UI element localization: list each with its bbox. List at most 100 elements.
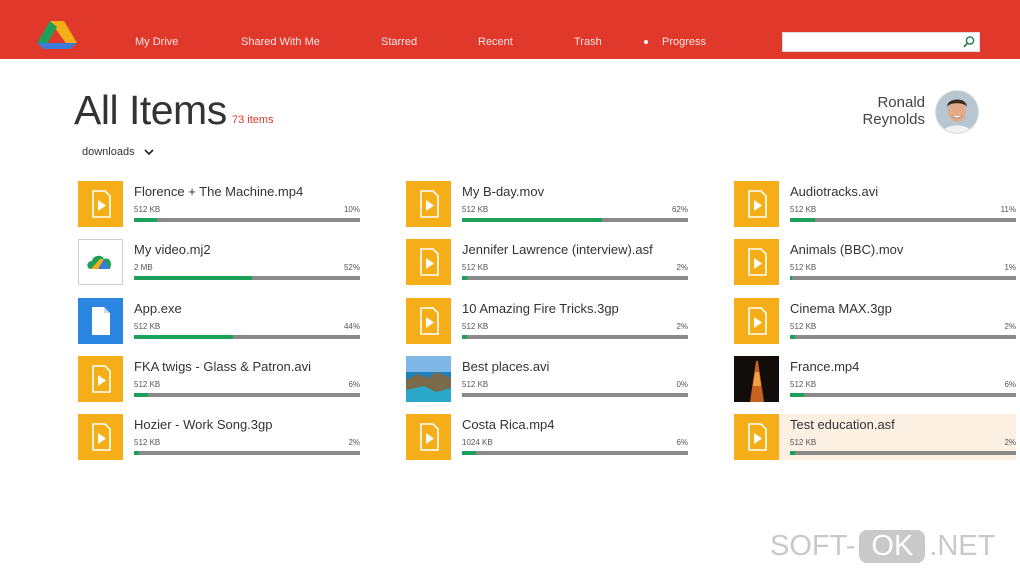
file-item[interactable]: Cinema MAX.3gp 512 KB 2% xyxy=(734,298,1016,344)
file-size: 512 KB xyxy=(790,205,817,214)
video-file-icon xyxy=(78,181,123,227)
progress-bar xyxy=(462,393,688,397)
progress-percent: 0% xyxy=(676,380,688,389)
progress-bar xyxy=(790,218,1016,222)
progress-bar xyxy=(134,393,360,397)
file-item[interactable]: My B-day.mov 512 KB 62% xyxy=(406,181,688,227)
progress-bar-fill xyxy=(790,335,795,339)
progress-percent: 62% xyxy=(671,205,688,214)
video-file-icon xyxy=(78,356,123,402)
progress-bar-fill xyxy=(790,393,804,397)
nav-shared-with-me[interactable]: Shared With Me xyxy=(241,36,320,48)
file-name: 10 Amazing Fire Tricks.3gp xyxy=(462,301,619,316)
file-item[interactable]: Florence + The Machine.mp4 512 KB 10% xyxy=(78,181,360,227)
video-file-icon xyxy=(734,298,779,344)
progress-bar-fill xyxy=(134,218,157,222)
file-item[interactable]: Test education.asf 512 KB 2% xyxy=(734,414,1016,460)
avatar[interactable] xyxy=(935,90,979,134)
nav-trash[interactable]: Trash xyxy=(574,36,602,48)
file-size: 512 KB xyxy=(134,322,161,331)
progress-bar-fill xyxy=(134,393,148,397)
file-size: 512 KB xyxy=(790,438,817,447)
progress-bar xyxy=(462,276,688,280)
file-name: France.mp4 xyxy=(790,359,860,374)
progress-bar-fill xyxy=(790,276,793,280)
file-item[interactable]: Audiotracks.avi 512 KB 11% xyxy=(734,181,1016,227)
nav-recent[interactable]: Recent xyxy=(478,36,513,48)
progress-bar xyxy=(790,451,1016,455)
progress-bar xyxy=(790,335,1016,339)
nav-my-drive[interactable]: My Drive xyxy=(135,36,178,48)
watermark-left: SOFT- xyxy=(770,530,856,562)
coast-photo-thumbnail xyxy=(406,356,451,402)
search-box[interactable] xyxy=(782,32,980,52)
progress-bar-fill xyxy=(134,335,234,339)
file-name: Florence + The Machine.mp4 xyxy=(134,184,304,199)
file-size: 512 KB xyxy=(462,205,489,214)
progress-percent: 2% xyxy=(348,438,360,447)
file-name: My B-day.mov xyxy=(462,184,545,199)
file-item[interactable]: Jennifer Lawrence (interview).asf 512 KB 2… xyxy=(406,239,688,285)
progress-bar xyxy=(134,335,360,339)
video-file-icon xyxy=(734,414,779,460)
video-file-icon xyxy=(78,414,123,460)
progress-bar xyxy=(134,218,360,222)
file-item[interactable]: App.exe 512 KB 44% xyxy=(78,298,360,344)
eiffel-tower-photo-thumbnail xyxy=(734,356,779,402)
file-item[interactable]: Hozier - Work Song.3gp 512 KB 2% xyxy=(78,414,360,460)
file-thumbnail xyxy=(78,356,123,402)
file-size: 512 KB xyxy=(134,438,161,447)
file-thumbnail xyxy=(78,298,123,344)
file-name: Jennifer Lawrence (interview).asf xyxy=(462,242,653,257)
file-item[interactable]: Costa Rica.mp4 1024 KB 6% xyxy=(406,414,688,460)
file-item[interactable]: My video.mj2 2 MB 52% xyxy=(78,239,360,285)
progress-percent: 44% xyxy=(343,322,360,331)
progress-bar xyxy=(134,276,360,280)
progress-percent: 2% xyxy=(1004,322,1016,331)
progress-percent: 6% xyxy=(1004,380,1016,389)
file-size: 512 KB xyxy=(462,380,489,389)
user-name[interactable]: Ronald Reynolds xyxy=(862,94,925,128)
file-thumbnail xyxy=(406,356,451,402)
video-file-icon xyxy=(734,239,779,285)
video-file-icon xyxy=(406,298,451,344)
file-size: 512 KB xyxy=(790,263,817,272)
file-name: Costa Rica.mp4 xyxy=(462,417,555,432)
progress-bar-fill xyxy=(790,451,795,455)
nav-progress[interactable]: Progress xyxy=(662,36,706,48)
file-name: App.exe xyxy=(134,301,182,316)
progress-bar-fill xyxy=(462,335,467,339)
file-size: 512 KB xyxy=(790,322,817,331)
watermark: SOFT- OK .NET xyxy=(770,530,995,563)
progress-bar-fill xyxy=(134,276,252,280)
watermark-box: OK xyxy=(859,530,926,563)
file-item[interactable]: France.mp4 512 KB 6% xyxy=(734,356,1016,402)
file-name: Best places.avi xyxy=(462,359,550,374)
user-portrait-icon xyxy=(936,91,978,133)
file-thumbnail xyxy=(734,181,779,227)
file-name: FKA twigs - Glass & Patron.avi xyxy=(134,359,312,374)
search-icon[interactable] xyxy=(961,34,977,50)
video-file-icon xyxy=(406,239,451,285)
chevron-down-icon[interactable] xyxy=(144,148,154,156)
progress-percent: 6% xyxy=(348,380,360,389)
file-thumbnail xyxy=(734,239,779,285)
file-thumbnail xyxy=(78,239,123,285)
file-item[interactable]: Best places.avi 512 KB 0% xyxy=(406,356,688,402)
google-drive-logo-icon[interactable] xyxy=(37,21,77,49)
folder-filter-dropdown[interactable]: downloads xyxy=(82,146,135,158)
file-name: Cinema MAX.3gp xyxy=(790,301,892,316)
file-size: 2 MB xyxy=(134,263,153,272)
file-size: 512 KB xyxy=(134,205,161,214)
nav-starred[interactable]: Starred xyxy=(381,36,417,48)
progress-percent: 6% xyxy=(676,438,688,447)
file-item[interactable]: Animals (BBC).mov 512 KB 1% xyxy=(734,239,1016,285)
progress-bar xyxy=(134,451,360,455)
progress-bar-fill xyxy=(462,276,467,280)
document-icon xyxy=(78,298,123,344)
search-input[interactable] xyxy=(787,35,961,51)
file-item[interactable]: FKA twigs - Glass & Patron.avi 512 KB 6% xyxy=(78,356,360,402)
file-item[interactable]: 10 Amazing Fire Tricks.3gp 512 KB 2% xyxy=(406,298,688,344)
file-name: Animals (BBC).mov xyxy=(790,242,904,257)
google-drive-icon xyxy=(78,239,123,285)
